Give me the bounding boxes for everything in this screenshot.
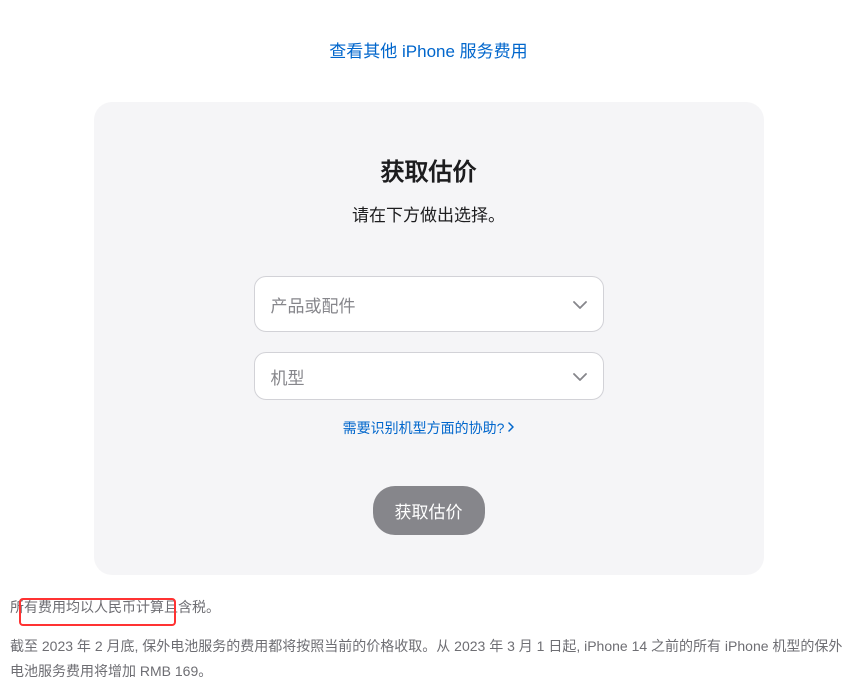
chevron-down-icon — [573, 366, 587, 386]
product-select-wrapper: 产品或配件 — [254, 276, 604, 332]
estimate-card: 获取估价 请在下方做出选择。 产品或配件 机型 需要识别机型方面的协助? — [94, 102, 764, 575]
other-services-link[interactable]: 查看其他 iPhone 服务费用 — [329, 42, 527, 61]
product-select-placeholder: 产品或配件 — [271, 292, 356, 317]
model-select-placeholder: 机型 — [271, 364, 305, 389]
top-link-container: 查看其他 iPhone 服务费用 — [0, 0, 857, 87]
identify-model-help-link[interactable]: 需要识别机型方面的协助? — [343, 418, 515, 438]
chevron-right-icon — [508, 422, 514, 435]
footer-text: 所有费用均以人民币计算且含税。 截至 2023 年 2 月底, 保外电池服务的费… — [10, 595, 847, 685]
chevron-down-icon — [573, 294, 587, 314]
product-select[interactable]: 产品或配件 — [254, 276, 604, 332]
model-select[interactable]: 机型 — [254, 352, 604, 400]
footer-line-1: 所有费用均以人民币计算且含税。 — [10, 595, 847, 620]
footer-line-2: 截至 2023 年 2 月底, 保外电池服务的费用都将按照当前的价格收取。从 2… — [10, 634, 847, 684]
card-title: 获取估价 — [134, 152, 724, 187]
model-select-wrapper: 机型 — [254, 352, 604, 400]
get-estimate-button[interactable]: 获取估价 — [373, 486, 485, 535]
help-link-text: 需要识别机型方面的协助? — [343, 418, 505, 438]
card-subtitle: 请在下方做出选择。 — [134, 201, 724, 226]
